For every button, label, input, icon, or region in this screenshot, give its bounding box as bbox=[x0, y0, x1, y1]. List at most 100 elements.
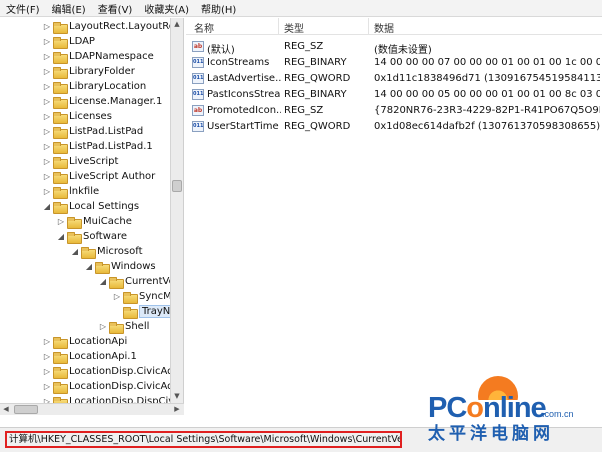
tree-horizontal-scrollbar[interactable]: ◀ ▶ bbox=[0, 403, 184, 415]
tree-item[interactable]: ▷ License.Manager.1 bbox=[42, 94, 162, 109]
tree-item[interactable]: ▷ SyncM bbox=[112, 289, 172, 304]
expand-arrow-icon[interactable]: ◢ bbox=[42, 202, 52, 211]
expand-arrow-icon[interactable]: ◢ bbox=[98, 277, 108, 286]
value-row[interactable]: 011 UserStartTime REG_QWORD 0x1d08ec614dafb… bbox=[186, 119, 602, 135]
scroll-right-arrow-icon[interactable]: ▶ bbox=[171, 404, 183, 415]
expand-arrow-icon[interactable]: ▷ bbox=[42, 142, 52, 151]
menu-help[interactable]: 帮助(H) bbox=[201, 1, 236, 16]
menu-file[interactable]: 文件(F) bbox=[6, 1, 40, 16]
expand-arrow-icon[interactable]: ◢ bbox=[56, 232, 66, 241]
tree-item[interactable]: ▷ LiveScript Author bbox=[42, 169, 155, 184]
expand-arrow-icon[interactable]: ▷ bbox=[56, 217, 66, 226]
folder-icon bbox=[53, 81, 68, 94]
tree-hscroll-thumb[interactable] bbox=[14, 405, 38, 414]
expand-arrow-icon[interactable]: ▷ bbox=[42, 157, 52, 166]
tree-item-label: SyncM bbox=[139, 291, 172, 302]
value-row[interactable]: 011 IconStreams REG_BINARY 14 00 00 00 07 0… bbox=[186, 55, 602, 71]
column-header-type[interactable]: 类型 bbox=[284, 20, 304, 35]
tree-item[interactable]: ▷ lnkfile bbox=[42, 184, 99, 199]
binary-value-icon: 011 bbox=[192, 73, 204, 84]
tree-item-label: Microsoft bbox=[97, 246, 143, 257]
tree-item[interactable]: ▷ LocationDisp.CivicAddr bbox=[42, 379, 184, 394]
expand-arrow-icon[interactable]: ▷ bbox=[42, 37, 52, 46]
tree-item-label: LocationDisp.CivicAddr bbox=[69, 366, 184, 377]
tree-item[interactable]: ▷ LDAPNamespace bbox=[42, 49, 154, 64]
tree-item[interactable]: ▷ ListPad.ListPad.1 bbox=[42, 139, 153, 154]
expand-arrow-icon[interactable]: ▷ bbox=[42, 127, 52, 136]
tree-item[interactable]: ▷ LocationDisp.CivicAddr bbox=[42, 364, 184, 379]
expand-arrow-icon[interactable]: ◢ bbox=[70, 247, 80, 256]
tree-item[interactable]: ▷ MuiCache bbox=[56, 214, 132, 229]
folder-icon bbox=[95, 261, 110, 274]
tree-item[interactable]: ◢ Local Settings bbox=[42, 199, 139, 214]
scroll-left-arrow-icon[interactable]: ◀ bbox=[0, 404, 12, 415]
tree-item[interactable]: ▷ LocationApi bbox=[42, 334, 127, 349]
tree-item[interactable]: ▷ Licenses bbox=[42, 109, 112, 124]
tree-item[interactable]: ▷ ListPad.ListPad bbox=[42, 124, 143, 139]
folder-icon bbox=[53, 336, 68, 349]
tree-item[interactable]: ▷ LDAP bbox=[42, 34, 95, 49]
tree-item-label: LibraryFolder bbox=[69, 66, 135, 77]
value-row[interactable]: 011PastIconsStreamREG_BINARY 14 00 00 00 … bbox=[186, 87, 602, 103]
expand-arrow-icon[interactable]: ▷ bbox=[42, 172, 52, 181]
column-divider[interactable] bbox=[278, 18, 279, 35]
tree-item[interactable]: ▷ LayoutRect.LayoutRect. bbox=[42, 19, 184, 34]
tree-vertical-scrollbar[interactable]: ▲ ▼ bbox=[170, 18, 183, 403]
tree-item[interactable]: ◢ Microsoft bbox=[70, 244, 143, 259]
tree-item[interactable]: ◢ CurrentVe bbox=[98, 274, 175, 289]
string-value-icon: ab bbox=[192, 105, 204, 116]
tree-item[interactable]: ◢ Windows bbox=[84, 259, 156, 274]
expand-arrow-icon[interactable]: ▷ bbox=[42, 382, 52, 391]
expand-arrow-icon[interactable]: ▷ bbox=[42, 22, 52, 31]
menu-edit[interactable]: 编辑(E) bbox=[52, 1, 86, 16]
expand-arrow-icon[interactable]: ▷ bbox=[42, 97, 52, 106]
expand-arrow-icon[interactable]: ▷ bbox=[42, 352, 52, 361]
value-type: REG_BINARY bbox=[284, 57, 347, 68]
value-row[interactable]: ab (默认) REG_SZ (数值未设置) bbox=[186, 39, 602, 56]
column-header-name[interactable]: 名称 bbox=[194, 20, 214, 35]
tree-item-label: Shell bbox=[125, 321, 150, 332]
scroll-up-arrow-icon[interactable]: ▲ bbox=[171, 18, 183, 30]
expand-arrow-icon[interactable]: ◢ bbox=[84, 262, 94, 271]
expand-arrow-icon[interactable]: ▷ bbox=[42, 82, 52, 91]
tree-item-label: ListPad.ListPad bbox=[69, 126, 144, 137]
value-name: PromotedIcon... bbox=[207, 105, 281, 116]
column-header-data[interactable]: 数据 bbox=[374, 20, 394, 35]
expand-arrow-icon[interactable]: ▷ bbox=[42, 187, 52, 196]
tree-item-label: License.Manager.1 bbox=[69, 96, 163, 107]
folder-icon bbox=[123, 291, 138, 304]
value-row[interactable]: ab PromotedIcon... REG_SZ {7820NR76-23R3-42… bbox=[186, 103, 602, 119]
tree-item[interactable]: ▷ LibraryFolder bbox=[42, 64, 135, 79]
folder-icon bbox=[123, 306, 138, 319]
expand-arrow-icon[interactable]: ▷ bbox=[98, 322, 108, 331]
menu-favorites[interactable]: 收藏夹(A) bbox=[144, 1, 189, 16]
folder-icon bbox=[53, 171, 68, 184]
tree-item-label: LayoutRect.LayoutRect. bbox=[69, 21, 184, 32]
expand-arrow-icon[interactable]: ▷ bbox=[42, 337, 52, 346]
folder-icon bbox=[53, 201, 68, 214]
expand-arrow-icon[interactable]: ▷ bbox=[42, 67, 52, 76]
tree-item[interactable]: ◢ Software bbox=[56, 229, 127, 244]
expand-arrow-icon[interactable]: ▷ bbox=[42, 112, 52, 121]
tree-item[interactable]: ▷ LiveScript bbox=[42, 154, 118, 169]
expand-arrow-icon[interactable]: ▷ bbox=[112, 292, 122, 301]
scroll-down-arrow-icon[interactable]: ▼ bbox=[171, 390, 183, 402]
tree-item-label: LibraryLocation bbox=[69, 81, 147, 92]
expand-arrow-icon[interactable]: ▷ bbox=[42, 52, 52, 61]
value-name: PastIconsStream bbox=[207, 89, 281, 100]
value-type: REG_QWORD bbox=[284, 121, 351, 132]
column-divider[interactable] bbox=[368, 18, 369, 35]
tree-scroll-thumb[interactable] bbox=[172, 180, 182, 192]
menu-view[interactable]: 查看(V) bbox=[98, 1, 133, 16]
tree-item[interactable]: ▷ LocationApi.1 bbox=[42, 349, 137, 364]
expand-arrow-icon[interactable]: ▷ bbox=[42, 367, 52, 376]
values-list-header: 名称 类型 数据 bbox=[186, 18, 602, 35]
value-row[interactable]: 011 LastAdvertise... REG_QWORD 0x1d11c18384… bbox=[186, 71, 602, 87]
tree-item-label: LocationDisp.CivicAddr bbox=[69, 381, 184, 392]
registry-key-tree[interactable]: ▷ LayoutRect.LayoutRect. ▷ LDAP ▷ LDAPNamespa… bbox=[0, 18, 184, 415]
tree-item[interactable]: ▷ Shell bbox=[98, 319, 149, 334]
binary-value-icon: 011 bbox=[192, 57, 204, 68]
folder-icon bbox=[53, 36, 68, 49]
tree-item-label: CurrentVe bbox=[125, 276, 175, 287]
tree-item[interactable]: ▷ LibraryLocation bbox=[42, 79, 146, 94]
